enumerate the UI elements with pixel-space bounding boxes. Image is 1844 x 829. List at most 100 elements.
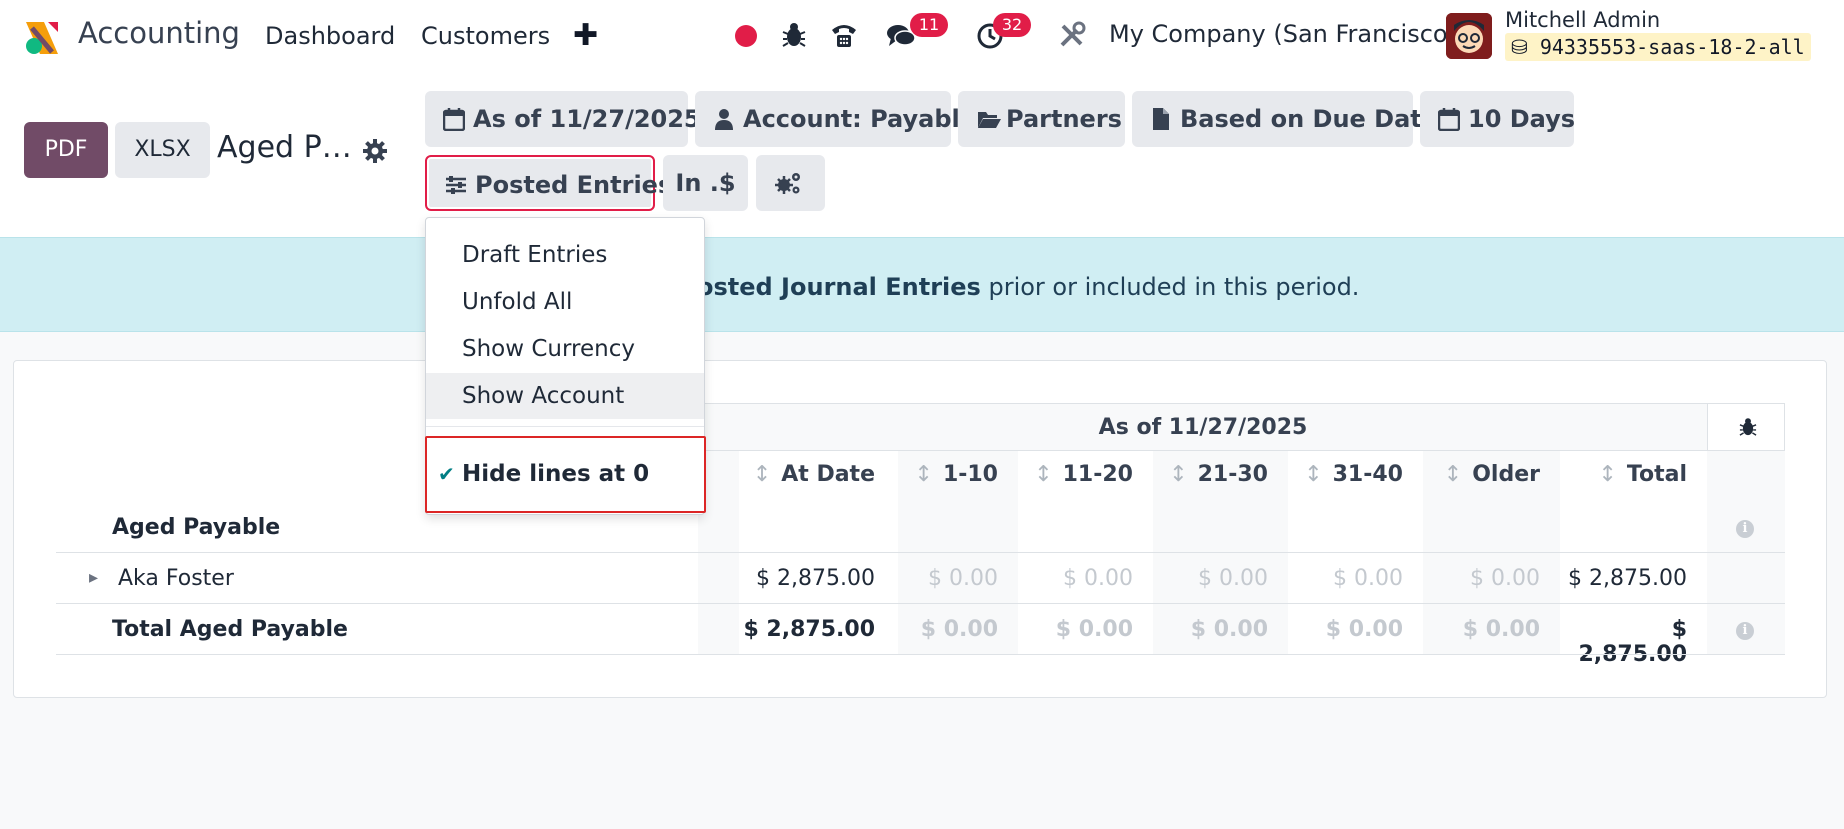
messages-badge: 11 [910,13,948,37]
sort-icon: ↕ [1169,462,1188,487]
phone-icon[interactable] [829,20,859,50]
user-avatar[interactable] [1446,13,1492,59]
partners-filter-label: Partners [1006,105,1122,133]
column-header-label: 21-30 [1197,462,1268,487]
account-filter-button[interactable]: Account: Payable [695,91,976,147]
top-navbar: Accounting Dashboard Customers ✚ 11 32 M… [0,0,1844,74]
column-header-label: Older [1472,462,1540,487]
dropdown-item-unfold-all[interactable]: Unfold All [426,279,704,325]
options-button[interactable] [756,155,825,211]
debug-bug-icon[interactable] [1737,416,1759,438]
dropdown-item-show-account[interactable]: Show Account [426,373,704,419]
info-banner: osted Journal Entries prior or included … [0,237,1844,332]
date-filter-label: As of 11/27/2025 [473,105,701,133]
column-header-label: 11-20 [1062,462,1133,487]
posted-entries-label: Posted Entries [475,171,673,199]
cell-11-20: $ 0.00 [1063,566,1133,591]
column-header-label: 1-10 [942,462,998,487]
cell-total: $ 2,875.00 [1568,566,1687,591]
activities-badge: 32 [993,13,1031,37]
period-filter-button[interactable]: 10 Days [1420,91,1576,147]
column-header-21-30[interactable]: ↕ 21-30 [1153,462,1268,487]
banner-text: osted Journal Entries prior or included … [697,273,1359,301]
banner-bold-text: osted Journal Entries [697,273,981,301]
total-older: $ 0.00 [1462,617,1540,642]
partner-name[interactable]: Aka Foster [118,566,234,591]
partners-filter-button[interactable]: Partners [958,91,1125,147]
cell-21-30: $ 0.00 [1198,566,1268,591]
debug-cell[interactable] [1707,403,1785,451]
sort-icon: ↕ [1304,462,1323,487]
sort-icon: ↕ [914,462,933,487]
dropdown-item-draft-entries[interactable]: Draft Entries [426,232,704,278]
calendar-icon [443,108,465,131]
database-chip: ⛁ 94335553-saas-18-2-all [1505,33,1811,61]
app-title[interactable]: Accounting [78,16,240,50]
plus-icon[interactable]: ✚ [573,18,598,53]
column-header-at-date[interactable]: ↕ At Date [739,462,875,487]
calendar-icon [1438,108,1460,131]
dropdown-divider [426,426,704,427]
highlight-outline [425,436,706,513]
column-header-older[interactable]: ↕ Older [1423,462,1540,487]
posted-entries-filter-button[interactable]: Posted Entries [425,155,672,211]
expand-caret-icon[interactable]: ▸ [89,567,98,588]
currency-filter-label: In .$ [675,169,736,197]
sort-icon: ↕ [1034,462,1053,487]
row-divider [56,552,1785,553]
dropdown-item-show-currency[interactable]: Show Currency [426,326,704,372]
account-filter-label: Account: Payable [743,105,977,133]
avatar-face-icon [1446,13,1492,59]
cell-older: $ 0.00 [1470,566,1540,591]
sort-icon: ↕ [1443,462,1463,487]
column-header-11-20[interactable]: ↕ 11-20 [1018,462,1133,487]
folder-open-icon [978,112,1001,128]
sort-icon: ↕ [752,462,772,487]
pdf-export-button[interactable]: PDF [24,122,108,178]
cell-at-date: $ 2,875.00 [756,566,875,591]
accounting-app-icon[interactable] [22,18,62,58]
xlsx-export-button[interactable]: XLSX [115,122,210,178]
column-header-label: Total [1626,462,1687,487]
info-icon[interactable]: i [1736,520,1754,538]
sliders-icon [446,176,466,194]
info-icon[interactable]: i [1736,622,1754,640]
banner-rest-text: prior or included in this period. [980,273,1360,301]
based-on-filter-button[interactable]: Based on Due Date [1132,91,1438,147]
report-title[interactable]: Aged P… [217,130,352,165]
row-divider [56,603,1785,604]
settings-tools-icon[interactable] [1057,20,1087,50]
company-switcher[interactable]: My Company (San Francisco) [1109,20,1457,48]
user-icon [715,109,733,130]
user-name[interactable]: Mitchell Admin [1505,8,1660,32]
menu-dashboard[interactable]: Dashboard [265,22,395,50]
menu-customers[interactable]: Customers [421,22,550,50]
date-filter-button[interactable]: As of 11/27/2025 [425,91,701,147]
cell-31-40: $ 0.00 [1333,566,1403,591]
database-name: 94335553-saas-18-2-all [1539,35,1805,59]
based-on-filter-label: Based on Due Date [1180,105,1439,133]
total-total: $ 2,875.00 [1578,617,1687,667]
section-title: Aged Payable [112,515,281,540]
gear-icon[interactable] [362,138,388,164]
column-header-label: 31-40 [1332,462,1403,487]
column-group-header: As of 11/27/2025 [698,403,1708,451]
column-header-31-40[interactable]: ↕ 31-40 [1288,462,1403,487]
debug-bug-icon[interactable] [779,20,809,50]
sort-icon: ↕ [1598,462,1617,487]
cogs-icon [775,173,800,194]
period-filter-label: 10 Days [1468,105,1576,133]
currency-filter-button[interactable]: In .$ [663,155,748,211]
column-header-1-10[interactable]: ↕ 1-10 [898,462,999,487]
cell-1-10: $ 0.00 [928,566,998,591]
total-at-date: $ 2,875.00 [743,617,875,642]
total-label: Total Aged Payable [112,617,348,642]
total-11-20: $ 0.00 [1055,617,1133,642]
column-header-total[interactable]: ↕ Total [1560,462,1687,487]
record-indicator-icon[interactable] [735,25,757,47]
file-icon [1153,108,1169,130]
total-21-30: $ 0.00 [1190,617,1268,642]
column-header-label: At Date [781,462,875,487]
total-1-10: $ 0.00 [920,617,998,642]
row-divider [56,654,1785,655]
